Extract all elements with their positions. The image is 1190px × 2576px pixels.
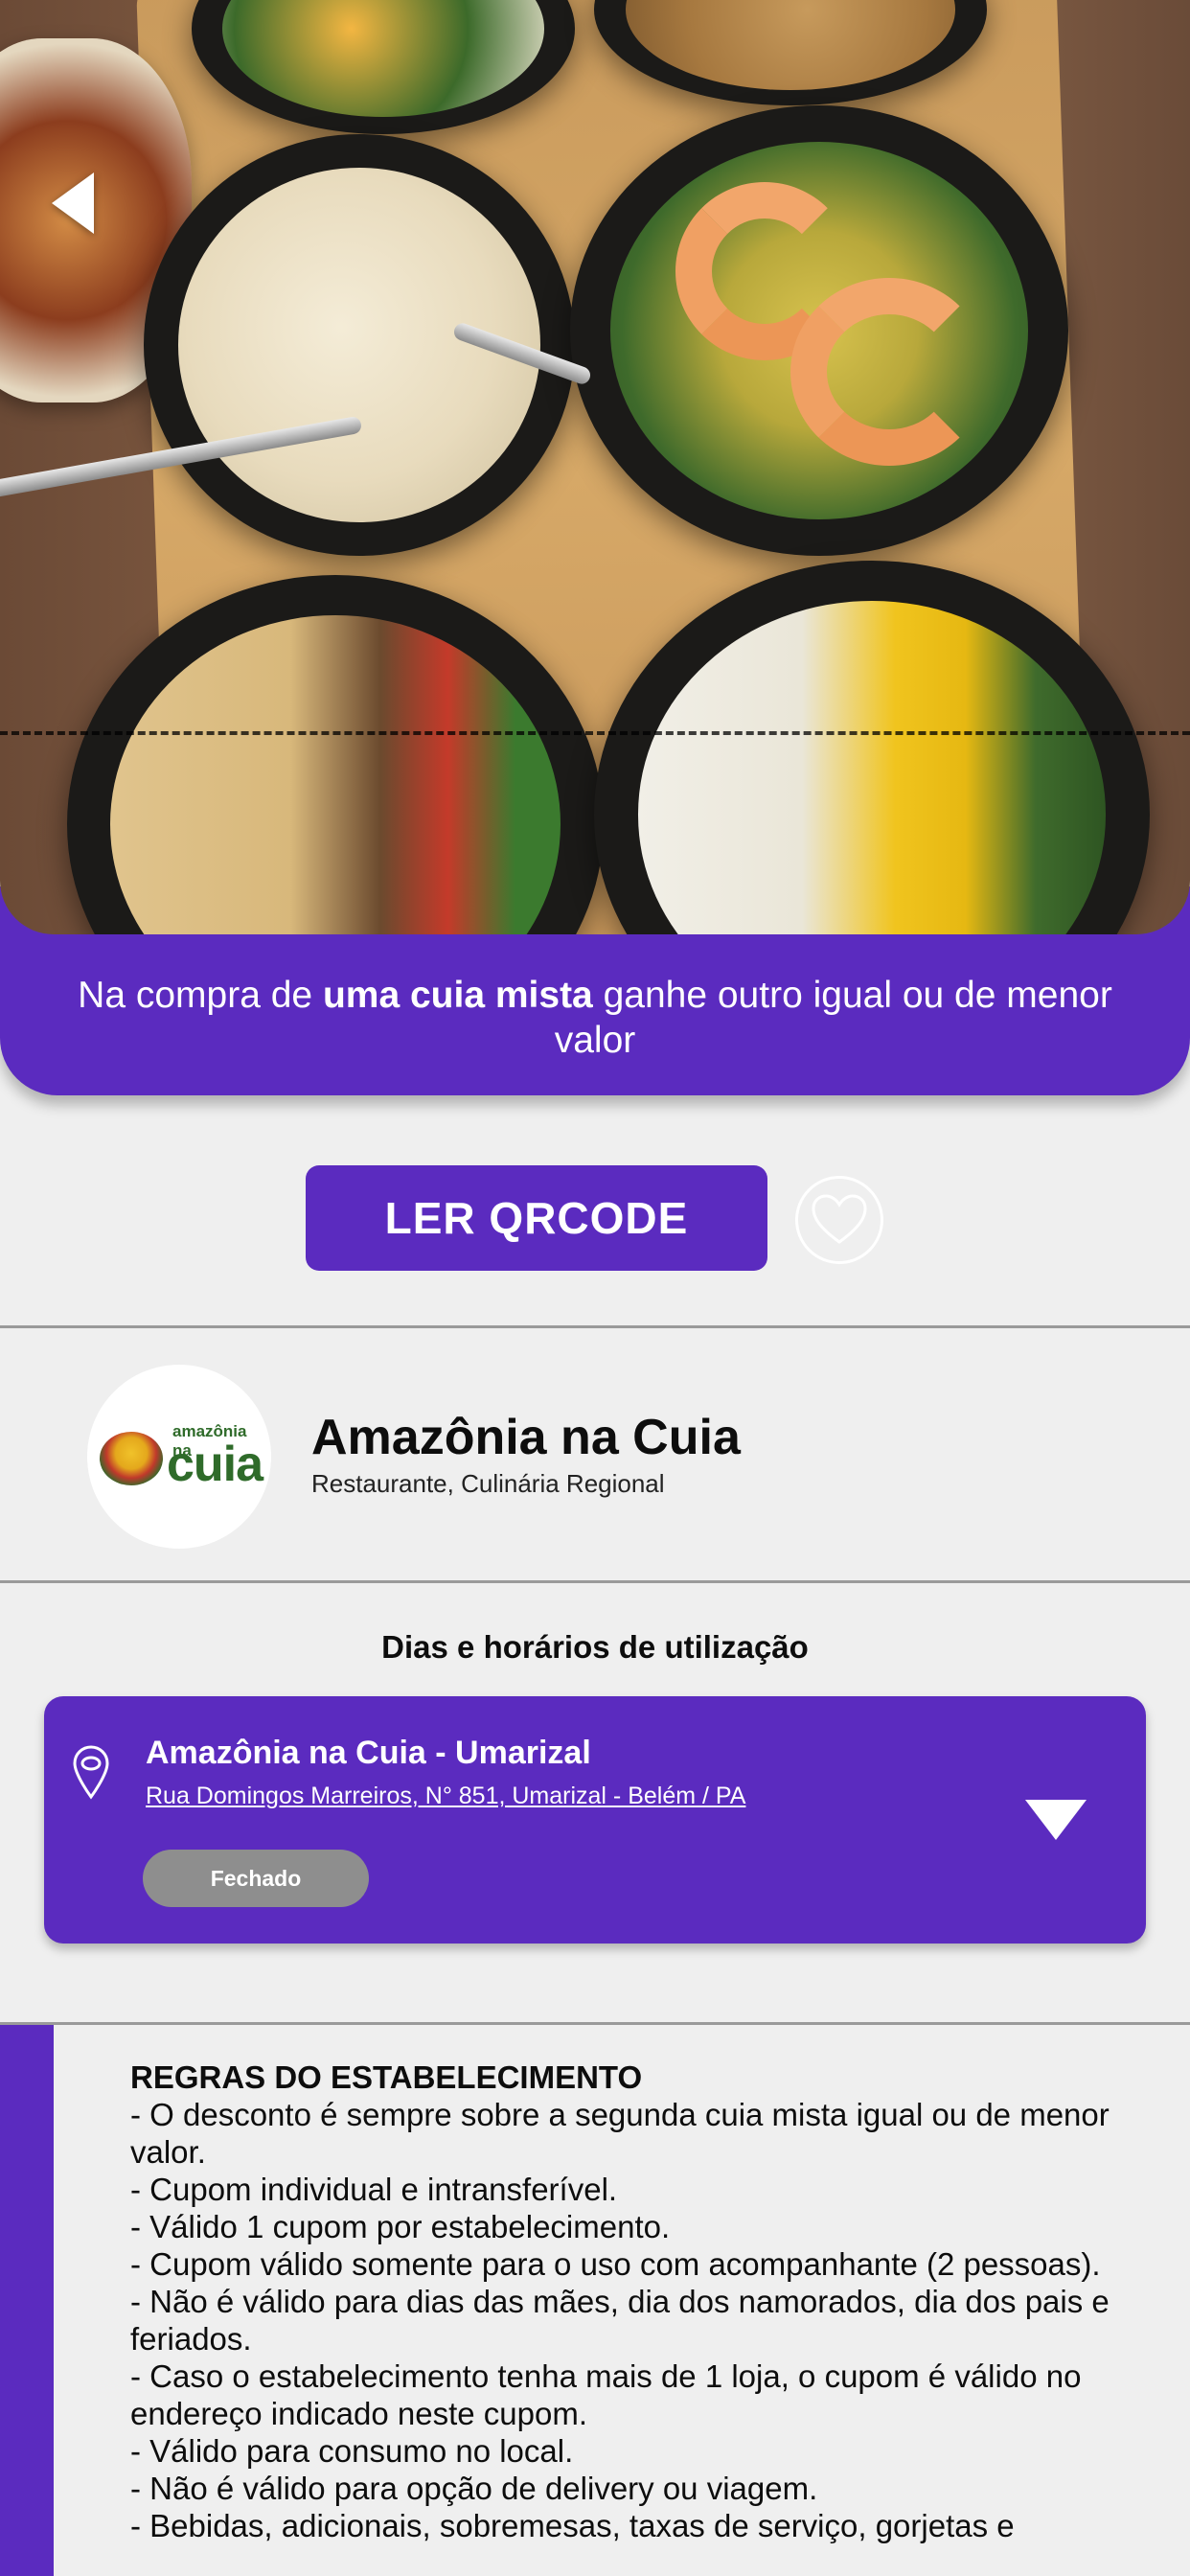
- rules-item: - Não é válido para opção de delivery ou…: [130, 2471, 818, 2506]
- location-name: Amazônia na Cuia - Umarizal: [146, 1735, 591, 1771]
- back-arrow-icon[interactable]: [52, 172, 94, 234]
- rules-section: REGRAS DO ESTABELECIMENTO - O desconto é…: [130, 2058, 1127, 2544]
- rules-item: - O desconto é sempre sobre a segunda cu…: [130, 2097, 1110, 2170]
- hero-image: [0, 0, 1190, 934]
- logo-bowl-icon: [100, 1432, 163, 1485]
- rules-item: - Caso o estabelecimento tenha mais de 1…: [130, 2358, 1082, 2431]
- rules-item: - Cupom individual e intransferível.: [130, 2172, 618, 2207]
- rules-item: - Válido 1 cupom por estabelecimento.: [130, 2209, 671, 2244]
- establishment-logo: amazônia na cuia: [87, 1365, 271, 1549]
- divider: [0, 1580, 1190, 1583]
- rules-title: REGRAS DO ESTABELECIMENTO: [130, 2059, 643, 2095]
- divider: [0, 1325, 1190, 1328]
- schedule-title: Dias e horários de utilização: [381, 1629, 809, 1665]
- rules-item: - Não é válido para dias das mães, dia d…: [130, 2284, 1110, 2357]
- read-qrcode-button[interactable]: LER QRCODE: [306, 1165, 767, 1271]
- rules-item: - Válido para consumo no local.: [130, 2433, 574, 2469]
- image-divider-line: [0, 731, 1190, 735]
- bowl-rice-shrimp: [570, 105, 1068, 556]
- establishment-category: Restaurante, Culinária Regional: [311, 1469, 665, 1498]
- rules-item: - Bebidas, adicionais, sobremesas, taxas…: [130, 2508, 1015, 2543]
- status-label: Fechado: [210, 1865, 302, 1891]
- favorite-button[interactable]: [795, 1176, 883, 1264]
- status-badge: Fechado: [143, 1850, 369, 1907]
- heart-icon: [812, 1194, 867, 1244]
- chevron-down-icon[interactable]: [1025, 1800, 1087, 1840]
- read-qrcode-label: LER QRCODE: [384, 1193, 689, 1243]
- promo-highlight: uma cuia mista: [322, 975, 593, 1016]
- location-pin-icon: [73, 1745, 109, 1800]
- establishment-name: Amazônia na Cuia: [311, 1410, 741, 1465]
- logo-big-text: cuia: [167, 1437, 263, 1492]
- rules-item: - Cupom válido somente para o uso com ac…: [130, 2246, 1101, 2282]
- location-card[interactable]: Amazônia na Cuia - Umarizal Rua Domingos…: [44, 1696, 1146, 1944]
- rules-accent-bar: [0, 2025, 54, 2576]
- location-address-link[interactable]: Rua Domingos Marreiros, N° 851, Umarizal…: [146, 1782, 745, 1810]
- promo-text: Na compra de uma cuia mista ganhe outro …: [78, 975, 1112, 1061]
- divider: [0, 2022, 1190, 2025]
